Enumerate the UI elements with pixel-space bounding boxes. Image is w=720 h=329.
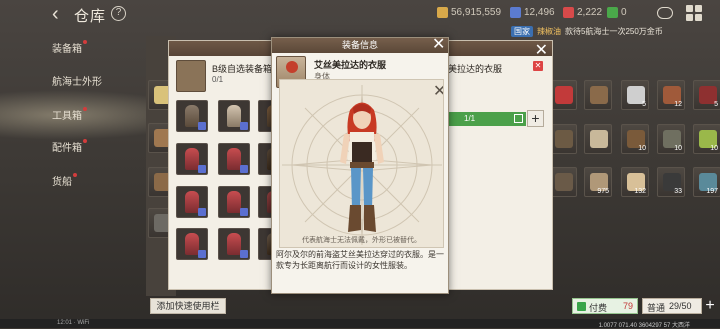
- ruby-icon: [563, 7, 574, 18]
- emerald-icon: [607, 7, 618, 18]
- menu-item-accessory[interactable]: 配件箱: [52, 139, 87, 154]
- notice-banner: 国家 辣椒油 款待5航海士一次250万金币: [511, 25, 716, 37]
- inventory-slot[interactable]: 33: [657, 167, 685, 197]
- inventory-slot[interactable]: 10: [693, 124, 720, 154]
- normal-storage-toggle[interactable]: 普通 29/50: [642, 298, 702, 314]
- remove-icon[interactable]: ✕: [533, 61, 543, 71]
- menu-item-sailor-look[interactable]: 航海士外形: [52, 73, 102, 88]
- red-dot-icon: [83, 40, 87, 44]
- resource-gold: 56,915,559: [437, 7, 501, 18]
- help-icon[interactable]: ?: [111, 6, 126, 21]
- outfit-slot[interactable]: [218, 186, 250, 218]
- compass-rose-background: [282, 85, 442, 245]
- inventory-slot[interactable]: 975: [584, 167, 612, 197]
- menu-item-cargo-ship[interactable]: 货船: [52, 173, 77, 188]
- add-quick-use-button[interactable]: 添加快速使用栏: [150, 298, 226, 314]
- item-name: 艾丝美拉达的衣服: [314, 60, 387, 70]
- outfit-slot[interactable]: [176, 100, 208, 132]
- outfit-slot[interactable]: [176, 143, 208, 175]
- menu-grid-icon[interactable]: [686, 5, 702, 21]
- check-icon: [577, 302, 586, 311]
- equipment-box-thumbnail: [176, 60, 206, 92]
- menu-item-toolbox[interactable]: 工具箱: [52, 107, 87, 122]
- gem-icon: [510, 7, 521, 18]
- outfit-slot[interactable]: [218, 228, 250, 260]
- inventory-slot[interactable]: [584, 80, 612, 110]
- outfit-slot[interactable]: [176, 228, 208, 260]
- inventory-slot[interactable]: 197: [693, 167, 720, 197]
- inventory-slot[interactable]: 5: [693, 80, 720, 110]
- modal-title: 装备信息: [272, 38, 448, 53]
- resource-emerald: 0: [607, 7, 627, 18]
- selected-item-name: 美拉达的衣服: [448, 64, 503, 74]
- inventory-slot[interactable]: 10: [621, 124, 649, 154]
- notice-name: 辣椒油: [537, 26, 561, 36]
- inventory-slot[interactable]: 132: [621, 167, 649, 197]
- red-dot-icon: [83, 107, 87, 111]
- inventory-slot[interactable]: [549, 124, 577, 154]
- menu-item-equipment[interactable]: 装备箱: [52, 40, 87, 55]
- red-dot-icon: [83, 139, 87, 143]
- equipment-info-modal: 装备信息 ✕ 艾丝美拉达的衣服 身体 代表航海士无法佩戴，外形已被替代。 阿尔及…: [271, 37, 449, 294]
- preview-note: 代表航海士无法佩戴，外形已被替代。: [302, 237, 421, 244]
- notice-text: 款待5航海士一次250万金币: [565, 26, 663, 36]
- status-bar: 12:01 · WiFi 1.0077 071.40 3604297 57 大西…: [0, 319, 720, 329]
- close-icon[interactable]: ✕: [535, 40, 548, 60]
- equipment-box-name: B级自选装备箱: [212, 64, 273, 74]
- inventory-slot[interactable]: [584, 124, 612, 154]
- expand-storage-button[interactable]: +: [702, 298, 718, 314]
- equipment-box-count: 0/1: [212, 75, 224, 84]
- top-bar: ‹ 仓库 ? 56,915,559 12,496 2,222 0: [0, 0, 720, 28]
- red-dot-icon: [73, 173, 77, 177]
- resource-gem: 12,496: [510, 7, 555, 18]
- inventory-slot[interactable]: 12: [657, 80, 685, 110]
- close-icon[interactable]: ✕: [432, 37, 445, 53]
- back-arrow-icon[interactable]: ‹: [52, 4, 68, 24]
- paid-storage-toggle[interactable]: 付费 79: [572, 298, 638, 314]
- inventory-slot[interactable]: 5: [621, 80, 649, 110]
- page-title: 仓库: [74, 8, 107, 25]
- preview-close-icon[interactable]: ✕: [433, 84, 443, 100]
- outfit-slot[interactable]: [176, 186, 208, 218]
- gold-icon: [437, 7, 448, 18]
- item-description: 阿尔及尔的前海盗艾丝美拉达穿过的衣服。是一款专为长距离航行而设计的女性服装。: [276, 250, 444, 270]
- inventory-slot[interactable]: [549, 167, 577, 197]
- character-preview: ✕ 代表航海士无法佩戴，外形已被替代。: [279, 79, 444, 248]
- resource-ruby: 2,222: [563, 7, 602, 18]
- chat-icon[interactable]: [657, 7, 673, 19]
- inventory-slot[interactable]: 10: [657, 124, 685, 154]
- inventory-slot[interactable]: [549, 80, 577, 110]
- quantity-bar[interactable]: 1/1: [448, 112, 526, 126]
- outfit-slot[interactable]: [218, 100, 250, 132]
- calculator-icon[interactable]: [514, 114, 523, 123]
- increase-quantity-button[interactable]: +: [527, 110, 544, 127]
- notice-tag: 国家: [511, 25, 533, 37]
- outfit-slot[interactable]: [218, 143, 250, 175]
